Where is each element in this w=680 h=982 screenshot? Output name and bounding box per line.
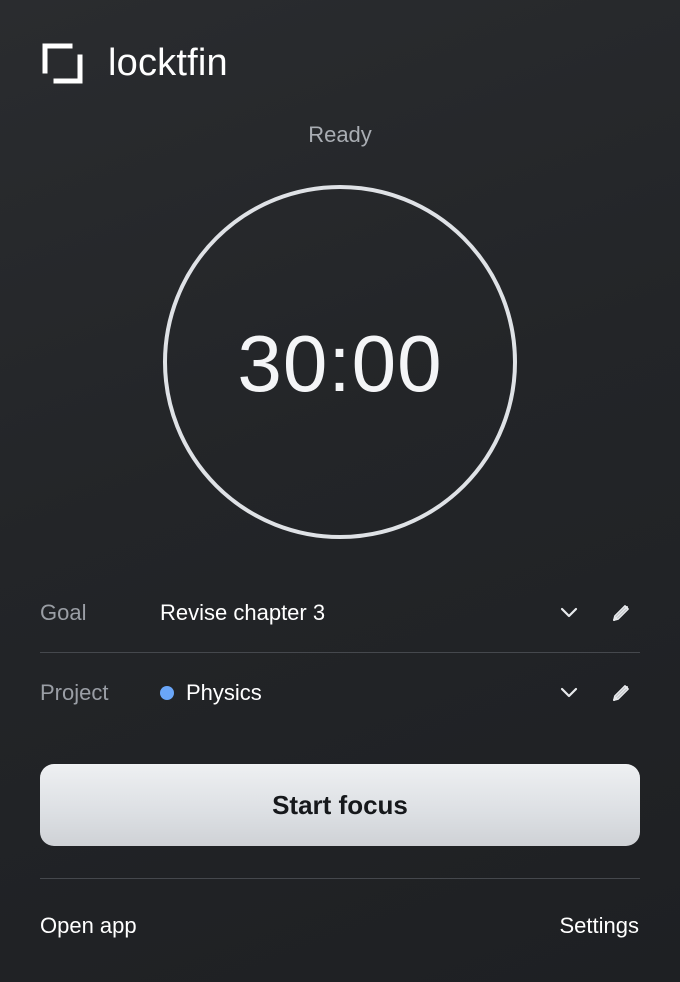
- timer-status: Ready: [308, 122, 372, 147]
- project-actions: [558, 682, 640, 704]
- project-value-text: Physics: [186, 680, 262, 705]
- goal-value-text: Revise chapter 3: [160, 600, 326, 625]
- open-app-link[interactable]: Open app: [40, 913, 137, 939]
- goal-row[interactable]: Goal Revise chapter 3: [40, 573, 640, 653]
- project-color-dot: [160, 686, 174, 700]
- timer-ring: 30:00: [163, 185, 517, 539]
- project-row[interactable]: Project Physics: [40, 653, 640, 733]
- start-focus-button[interactable]: Start focus: [40, 764, 640, 846]
- pencil-icon[interactable]: [610, 602, 632, 624]
- chevron-down-icon[interactable]: [558, 682, 580, 704]
- bracket-frame-icon: [42, 43, 83, 84]
- timer-display: 30:00: [237, 319, 443, 408]
- app-name: locktfin: [108, 42, 228, 84]
- brand-header: locktfin: [42, 43, 228, 85]
- goal-label: Goal: [40, 600, 87, 625]
- project-value[interactable]: Physics: [160, 680, 558, 706]
- chevron-down-icon[interactable]: [558, 602, 580, 624]
- pencil-icon[interactable]: [610, 682, 632, 704]
- goal-actions: [558, 602, 640, 624]
- settings-link[interactable]: Settings: [560, 913, 640, 939]
- project-label: Project: [40, 680, 109, 705]
- goal-value[interactable]: Revise chapter 3: [160, 600, 558, 626]
- footer-divider: [40, 878, 640, 879]
